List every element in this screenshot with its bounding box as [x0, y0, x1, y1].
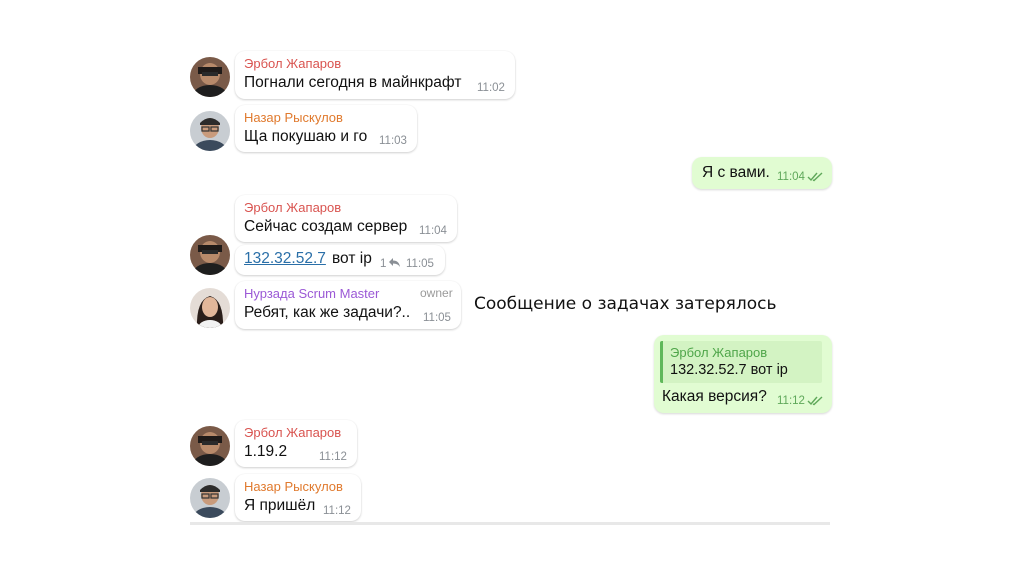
bottom-divider	[190, 522, 830, 525]
message-time: 11:12	[319, 451, 347, 463]
avatar-erbol[interactable]	[190, 235, 230, 275]
message-bubble[interactable]: Назар Рыскулов Ща покушаю и го 11:03	[235, 105, 417, 152]
message-bubble[interactable]: Назар Рыскулов Я пришёл 11:12	[235, 474, 361, 521]
message-time: 11:12	[777, 395, 805, 407]
message-text: Сейчас создам сервер	[244, 218, 408, 235]
message-time: 11:02	[477, 82, 505, 94]
message-time: 11:05	[423, 312, 451, 324]
quote-author: Эрбол Жапаров	[670, 345, 768, 360]
outgoing-message-bubble[interactable]: Эрбол Жапаров 132.32.52.7 вот ip Какая в…	[654, 335, 832, 413]
message-text: вот ip	[332, 250, 372, 267]
message-text: Я с вами.	[702, 164, 770, 181]
message-text: Ребят, как же задачи?..	[244, 304, 411, 321]
author-name[interactable]: Нурзада Scrum Master	[244, 286, 379, 301]
message-text: Ща покушаю и го	[244, 128, 368, 145]
author-name[interactable]: Эрбол Жапаров	[244, 200, 341, 215]
message-bubble[interactable]: 132.32.52.7 вот ip 1 11:05	[235, 245, 445, 275]
reply-quote[interactable]: Эрбол Жапаров 132.32.52.7 вот ip	[660, 341, 822, 383]
avatar-nurzada[interactable]	[190, 288, 230, 328]
quote-text: 132.32.52.7 вот ip	[670, 362, 788, 378]
message-time: 11:03	[379, 135, 407, 147]
author-name[interactable]: Эрбол Жапаров	[244, 425, 341, 440]
author-name[interactable]: Эрбол Жапаров	[244, 56, 341, 71]
message-text: Какая версия?	[662, 388, 767, 405]
avatar-erbol[interactable]	[190, 57, 230, 97]
message-bubble[interactable]: Эрбол Жапаров Сейчас создам сервер 11:04	[235, 195, 457, 242]
message-time: 11:04	[419, 225, 447, 237]
message-text: Я пришёл	[244, 497, 316, 514]
avatar-nazar[interactable]	[190, 478, 230, 518]
ip-link[interactable]: 132.32.52.7	[244, 250, 326, 268]
avatar-nazar[interactable]	[190, 111, 230, 151]
message-bubble[interactable]: Эрбол Жапаров 1.19.2 11:12	[235, 420, 357, 467]
message-time: 11:05	[406, 258, 434, 270]
author-name[interactable]: Назар Рыскулов	[244, 110, 343, 125]
reply-arrow-icon[interactable]	[388, 257, 401, 268]
reply-count[interactable]: 1	[380, 258, 386, 270]
outgoing-message-bubble[interactable]: Я с вами. 11:04	[692, 157, 832, 189]
message-bubble[interactable]: Эрбол Жапаров Погнали сегодня в майнкраф…	[235, 51, 515, 99]
message-time: 11:04	[777, 171, 805, 183]
message-text: Погнали сегодня в майнкрафт	[244, 74, 462, 91]
double-check-icon	[807, 172, 823, 182]
avatar-erbol[interactable]	[190, 426, 230, 466]
author-name[interactable]: Назар Рыскулов	[244, 479, 343, 494]
role-badge: owner	[420, 286, 453, 300]
message-bubble[interactable]: Нурзада Scrum Master owner Ребят, как же…	[235, 281, 461, 329]
caption-text: Сообщение о задачах затерялось	[474, 294, 777, 314]
message-time: 11:12	[323, 505, 351, 517]
double-check-icon	[807, 396, 823, 406]
message-text: 1.19.2	[244, 443, 288, 460]
